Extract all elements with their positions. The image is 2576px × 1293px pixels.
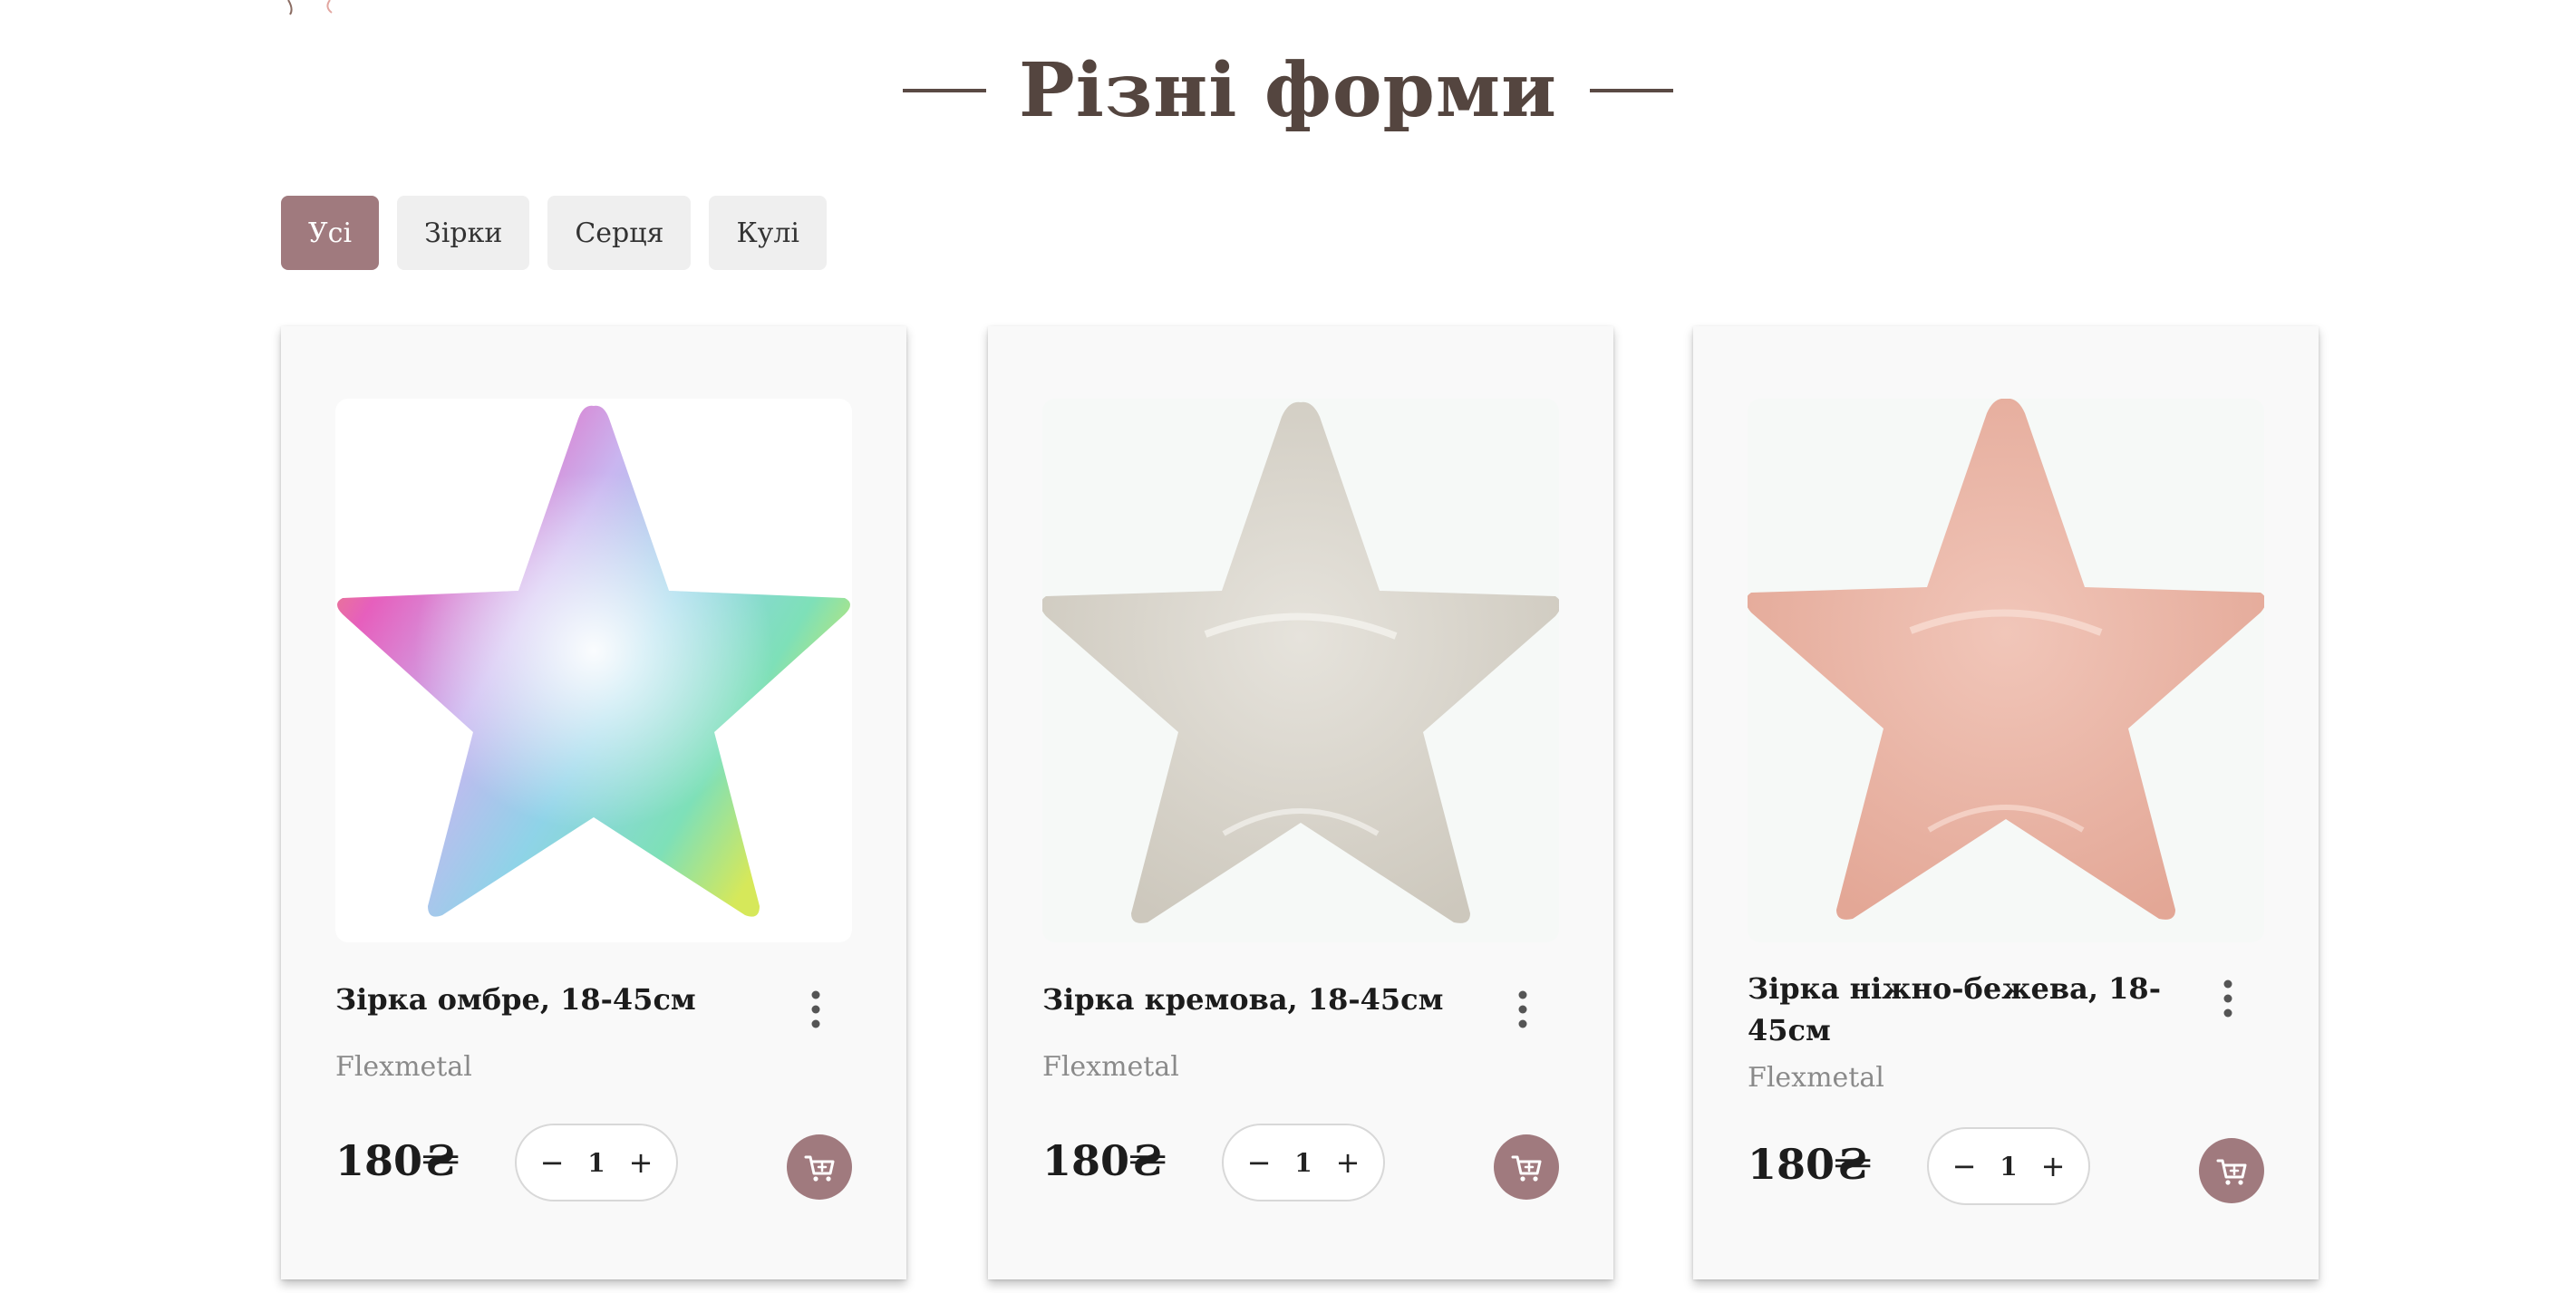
increment-button[interactable]: + <box>1334 1145 1361 1180</box>
page-title: Різні форми <box>1019 47 1557 134</box>
title-left-line <box>903 89 987 92</box>
rainbow-star-balloon-icon <box>335 399 852 942</box>
cart-plus-icon <box>2216 1159 2247 1185</box>
product-price: 180₴ <box>1042 1136 1167 1185</box>
filter-hearts-button[interactable]: Серця <box>547 196 692 270</box>
more-options-icon[interactable] <box>805 989 827 1029</box>
product-image[interactable] <box>1748 399 2264 942</box>
quantity-value[interactable]: 1 <box>1294 1148 1312 1178</box>
product-image[interactable] <box>1042 399 1559 942</box>
quantity-value[interactable]: 1 <box>587 1148 605 1178</box>
product-image[interactable] <box>335 399 852 942</box>
filter-all-button[interactable]: Усі <box>281 196 380 270</box>
product-price: 180₴ <box>1748 1140 1872 1189</box>
decrement-button[interactable]: − <box>538 1145 566 1180</box>
product-brand: Flexmetal <box>1748 1062 1884 1094</box>
filter-stars-button[interactable]: Зірки <box>397 196 530 270</box>
product-card: Зірка омбре, 18-45см Flexmetal 180₴ − 1 … <box>281 326 906 1279</box>
category-filters: Усі Зірки Серця Кулі <box>281 196 827 270</box>
quantity-stepper: − 1 + <box>1927 1127 2090 1205</box>
product-name[interactable]: Зірка омбре, 18-45см <box>335 979 761 1020</box>
quantity-value[interactable]: 1 <box>2000 1152 2017 1182</box>
product-name[interactable]: Зірка ніжно-бежева, 18-45см <box>1748 968 2174 1052</box>
decrement-button[interactable]: − <box>1245 1145 1273 1180</box>
cart-plus-icon <box>804 1155 835 1182</box>
beige-star-balloon-icon <box>1748 399 2264 920</box>
product-card: Зірка кремова, 18-45см Flexmetal 180₴ − … <box>988 326 1613 1279</box>
cream-star-balloon-icon <box>1042 401 1559 923</box>
product-name[interactable]: Зірка кремова, 18-45см <box>1042 979 1468 1020</box>
product-price: 180₴ <box>335 1136 460 1185</box>
add-to-cart-button[interactable] <box>787 1134 852 1200</box>
decorative-ribbon-icon <box>287 0 333 15</box>
more-options-icon[interactable] <box>1512 989 1534 1029</box>
increment-button[interactable]: + <box>2039 1149 2067 1183</box>
title-right-line <box>1589 89 1673 92</box>
add-to-cart-button[interactable] <box>2199 1138 2264 1203</box>
quantity-stepper: − 1 + <box>515 1124 678 1201</box>
product-brand: Flexmetal <box>335 1051 472 1083</box>
cart-plus-icon <box>1511 1155 1542 1182</box>
quantity-stepper: − 1 + <box>1222 1124 1385 1201</box>
add-to-cart-button[interactable] <box>1494 1134 1559 1200</box>
more-options-icon[interactable] <box>2217 979 2239 1018</box>
product-brand: Flexmetal <box>1042 1051 1179 1083</box>
section-heading: Різні форми <box>0 45 2576 136</box>
product-card: Зірка ніжно-бежева, 18-45см Flexmetal 18… <box>1693 326 2319 1279</box>
filter-balls-button[interactable]: Кулі <box>709 196 827 270</box>
increment-button[interactable]: + <box>627 1145 654 1180</box>
decrement-button[interactable]: − <box>1951 1149 1978 1183</box>
